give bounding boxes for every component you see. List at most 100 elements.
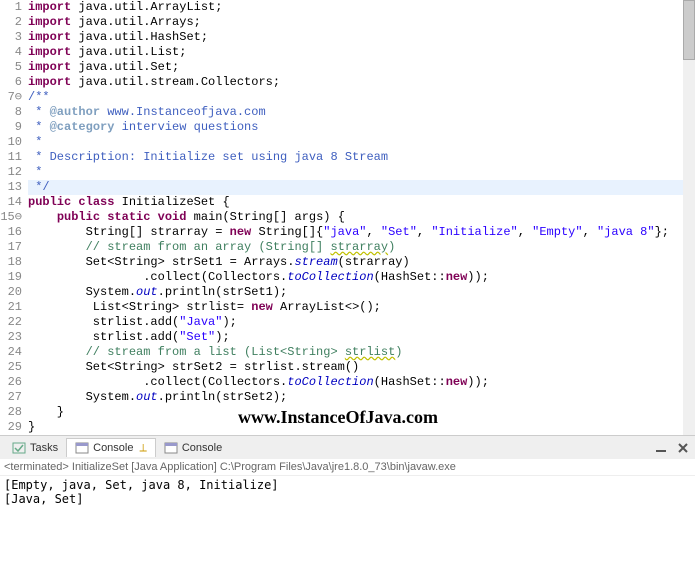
pin-icon[interactable]: ⟂ bbox=[139, 442, 146, 455]
code-content: public class InitializeSet { bbox=[28, 195, 695, 210]
line-number: 7⊖ bbox=[0, 90, 28, 105]
code-line[interactable]: 17 // stream from an array (String[] str… bbox=[0, 240, 695, 255]
bottom-tabs: Tasks Console ⟂ Console bbox=[0, 435, 695, 459]
code-content: public static void main(String[] args) { bbox=[28, 210, 695, 225]
line-number: 9 bbox=[0, 120, 28, 135]
minimize-icon[interactable] bbox=[653, 440, 669, 456]
code-line[interactable]: 21 List<String> strlist= new ArrayList<>… bbox=[0, 300, 695, 315]
line-number: 10 bbox=[0, 135, 28, 150]
code-line[interactable]: 9 * @category interview questions bbox=[0, 120, 695, 135]
tab-console-inactive[interactable]: Console bbox=[156, 439, 230, 457]
console-output[interactable]: [Empty, java, Set, java 8, Initialize] [… bbox=[0, 476, 695, 516]
code-line[interactable]: 13 */ bbox=[0, 180, 695, 195]
tab-console-active[interactable]: Console ⟂ bbox=[66, 438, 156, 457]
line-number: 4 bbox=[0, 45, 28, 60]
terminated-label: <terminated> bbox=[4, 461, 69, 473]
code-content: import java.util.Set; bbox=[28, 60, 695, 75]
editor-scrollbar[interactable] bbox=[683, 0, 695, 435]
line-number: 14 bbox=[0, 195, 28, 210]
line-number: 20 bbox=[0, 285, 28, 300]
line-number: 28 bbox=[0, 405, 28, 420]
line-number: 11 bbox=[0, 150, 28, 165]
code-content: */ bbox=[28, 180, 695, 195]
code-line[interactable]: 20 System.out.println(strSet1); bbox=[0, 285, 695, 300]
line-number: 19 bbox=[0, 270, 28, 285]
code-editor[interactable]: 1import java.util.ArrayList;2import java… bbox=[0, 0, 695, 435]
line-number: 8 bbox=[0, 105, 28, 120]
scrollbar-thumb[interactable] bbox=[683, 0, 695, 60]
line-number: 25 bbox=[0, 360, 28, 375]
code-line[interactable]: 8 * @author www.Instanceofjava.com bbox=[0, 105, 695, 120]
code-line[interactable]: 11 * Description: Initialize set using j… bbox=[0, 150, 695, 165]
code-line[interactable]: 26 .collect(Collectors.toCollection(Hash… bbox=[0, 375, 695, 390]
line-number: 18 bbox=[0, 255, 28, 270]
code-line[interactable]: 4import java.util.List; bbox=[0, 45, 695, 60]
line-number: 15⊖ bbox=[0, 210, 28, 225]
line-number: 5 bbox=[0, 60, 28, 75]
code-line[interactable]: 1import java.util.ArrayList; bbox=[0, 0, 695, 15]
code-content: strlist.add("Set"); bbox=[28, 330, 695, 345]
tasks-icon bbox=[12, 441, 26, 455]
line-number: 27 bbox=[0, 390, 28, 405]
line-number: 17 bbox=[0, 240, 28, 255]
tab-tasks[interactable]: Tasks bbox=[4, 439, 66, 457]
line-number: 6 bbox=[0, 75, 28, 90]
code-content: * @category interview questions bbox=[28, 120, 695, 135]
code-line[interactable]: 12 * bbox=[0, 165, 695, 180]
code-content: * bbox=[28, 165, 695, 180]
code-line[interactable]: 24 // stream from a list (List<String> s… bbox=[0, 345, 695, 360]
console-icon bbox=[164, 441, 178, 455]
close-icon[interactable] bbox=[675, 440, 691, 456]
code-content: String[] strarray = new String[]{"java",… bbox=[28, 225, 695, 240]
tab-label: Tasks bbox=[30, 442, 58, 454]
code-line[interactable]: 2import java.util.Arrays; bbox=[0, 15, 695, 30]
code-content: /** bbox=[28, 90, 695, 105]
code-content: import java.util.stream.Collectors; bbox=[28, 75, 695, 90]
line-number: 22 bbox=[0, 315, 28, 330]
code-line[interactable]: 15⊖ public static void main(String[] arg… bbox=[0, 210, 695, 225]
console-line: [Empty, java, Set, java 8, Initialize] bbox=[4, 478, 691, 492]
code-line[interactable]: 23 strlist.add("Set"); bbox=[0, 330, 695, 345]
code-line[interactable]: 28 } bbox=[0, 405, 695, 420]
code-content: .collect(Collectors.toCollection(HashSet… bbox=[28, 375, 695, 390]
line-number: 26 bbox=[0, 375, 28, 390]
code-line[interactable]: 29} bbox=[0, 420, 695, 435]
line-number: 2 bbox=[0, 15, 28, 30]
line-number: 21 bbox=[0, 300, 28, 315]
code-content: Set<String> strSet2 = strlist.stream() bbox=[28, 360, 695, 375]
code-line[interactable]: 7⊖/** bbox=[0, 90, 695, 105]
code-content: import java.util.Arrays; bbox=[28, 15, 695, 30]
console-status: <terminated> InitializeSet [Java Applica… bbox=[0, 459, 695, 476]
line-number: 24 bbox=[0, 345, 28, 360]
code-content: * bbox=[28, 135, 695, 150]
code-line[interactable]: 10 * bbox=[0, 135, 695, 150]
line-number: 13 bbox=[0, 180, 28, 195]
line-number: 1 bbox=[0, 0, 28, 15]
code-content: .collect(Collectors.toCollection(HashSet… bbox=[28, 270, 695, 285]
console-line: [Java, Set] bbox=[4, 492, 691, 506]
code-content: System.out.println(strSet1); bbox=[28, 285, 695, 300]
code-line[interactable]: 6import java.util.stream.Collectors; bbox=[0, 75, 695, 90]
code-line[interactable]: 18 Set<String> strSet1 = Arrays.stream(s… bbox=[0, 255, 695, 270]
code-content: System.out.println(strSet2); bbox=[28, 390, 695, 405]
line-number: 29 bbox=[0, 420, 28, 435]
code-line[interactable]: 27 System.out.println(strSet2); bbox=[0, 390, 695, 405]
code-line[interactable]: 14public class InitializeSet { bbox=[0, 195, 695, 210]
code-line[interactable]: 5import java.util.Set; bbox=[0, 60, 695, 75]
code-content: List<String> strlist= new ArrayList<>(); bbox=[28, 300, 695, 315]
code-line[interactable]: 25 Set<String> strSet2 = strlist.stream(… bbox=[0, 360, 695, 375]
code-line[interactable]: 3import java.util.HashSet; bbox=[0, 30, 695, 45]
code-content: } bbox=[28, 405, 695, 420]
line-number: 3 bbox=[0, 30, 28, 45]
code-content: * Description: Initialize set using java… bbox=[28, 150, 695, 165]
code-content: import java.util.ArrayList; bbox=[28, 0, 695, 15]
console-icon bbox=[75, 441, 89, 455]
code-line[interactable]: 22 strlist.add("Java"); bbox=[0, 315, 695, 330]
code-content: } bbox=[28, 420, 695, 435]
line-number: 12 bbox=[0, 165, 28, 180]
code-content: // stream from a list (List<String> strl… bbox=[28, 345, 695, 360]
code-content: import java.util.HashSet; bbox=[28, 30, 695, 45]
line-number: 23 bbox=[0, 330, 28, 345]
code-line[interactable]: 19 .collect(Collectors.toCollection(Hash… bbox=[0, 270, 695, 285]
code-line[interactable]: 16 String[] strarray = new String[]{"jav… bbox=[0, 225, 695, 240]
